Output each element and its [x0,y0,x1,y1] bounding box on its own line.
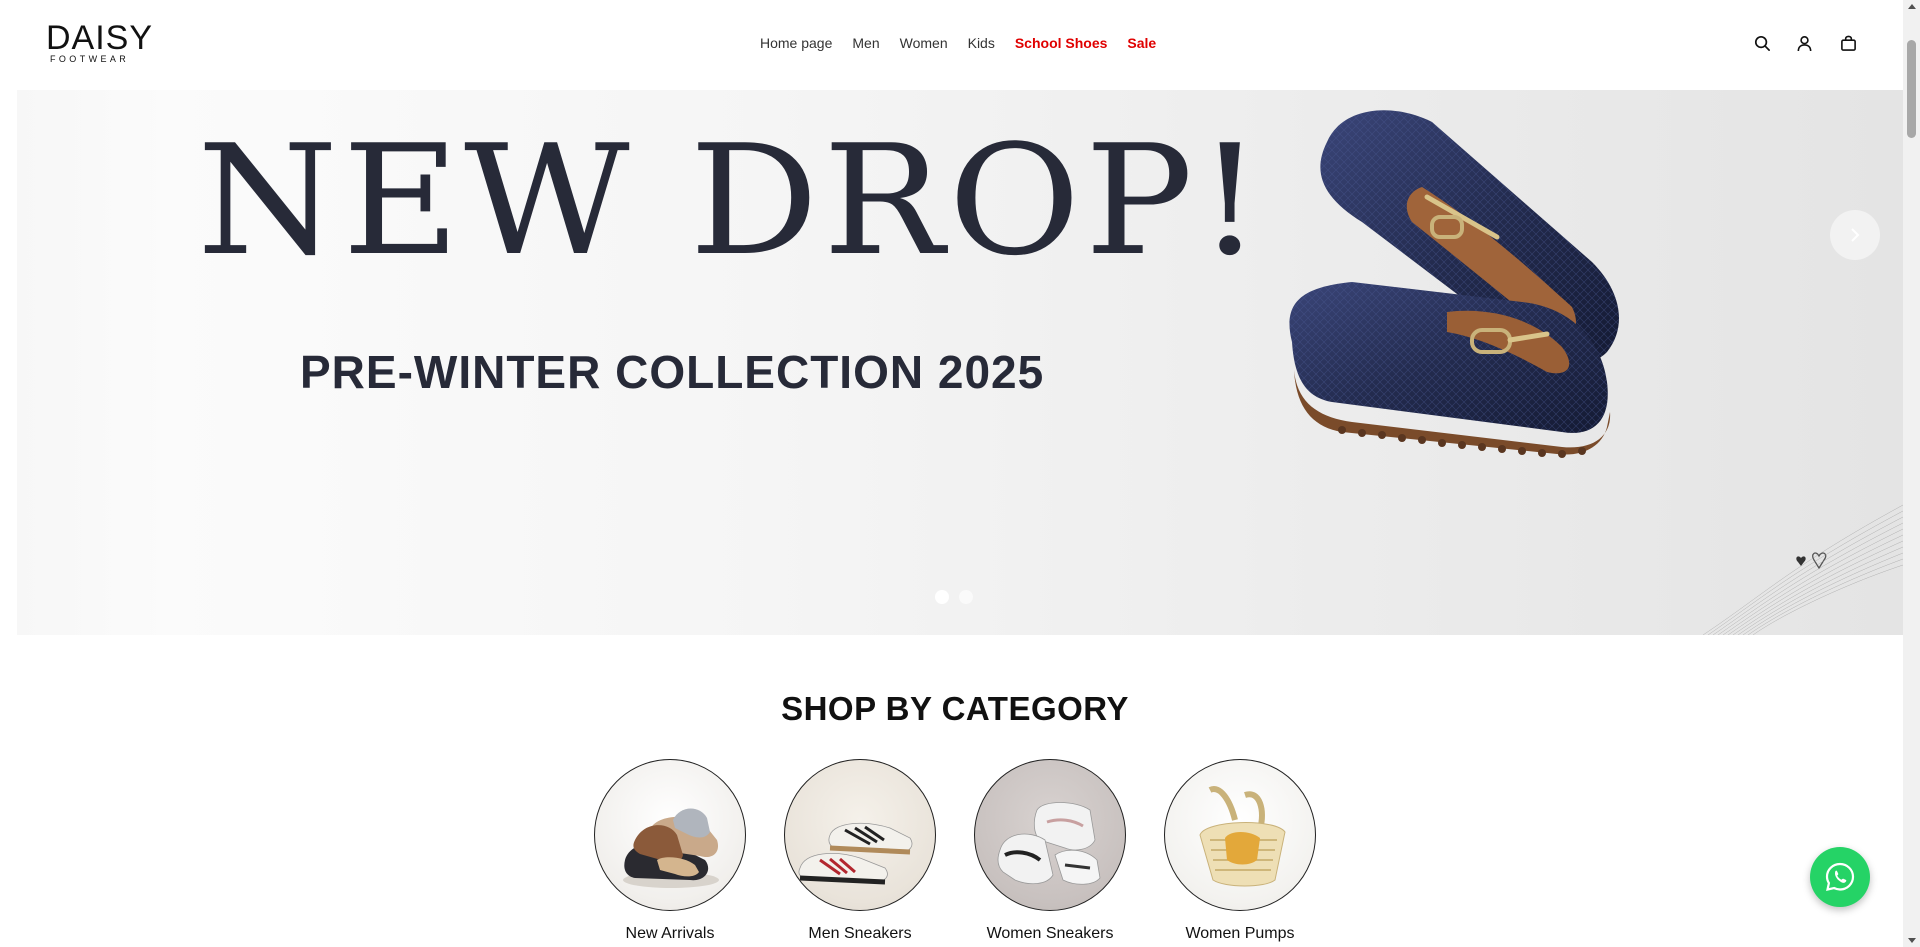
category-label-women-sneakers[interactable]: Women Sneakers [974,925,1126,943]
hero-subheadline: PRE-WINTER COLLECTION 2025 [300,346,1045,398]
category-list: New Arrivals Men Sneakers Women Sneakers… [594,759,1354,943]
main-nav: Home page Men Women Kids School Shoes Sa… [760,32,1176,54]
nav-men[interactable]: Men [852,32,879,54]
whatsapp-button[interactable] [1810,847,1870,907]
category-women-sneakers[interactable]: Women Sneakers [974,759,1126,943]
category-new-arrivals[interactable]: New Arrivals [594,759,746,943]
brand-subtitle: FOOTWEAR [50,54,130,64]
slider-pagination [935,590,973,604]
site-header: DAISY FOOTWEAR Home page Men Women Kids … [0,0,1903,90]
nav-school-shoes[interactable]: School Shoes [1015,32,1108,54]
nav-sale[interactable]: Sale [1127,32,1156,54]
category-women-pumps[interactable]: Women Pumps [1164,759,1316,943]
slider-dot-1[interactable] [935,590,949,604]
category-label-men-sneakers[interactable]: Men Sneakers [784,925,936,943]
nav-women[interactable]: Women [900,32,948,54]
category-section-title: SHOP BY CATEGORY [781,690,1129,727]
scroll-thumb[interactable] [1907,40,1916,138]
decorative-wave-lines [1703,504,1903,635]
category-label-women-pumps[interactable]: Women Pumps [1164,925,1316,943]
whatsapp-icon [1825,862,1855,891]
brand-logo[interactable]: DAISY FOOTWEAR [46,19,154,68]
nav-kids[interactable]: Kids [968,32,995,54]
hero-loafer-image [1289,110,1619,458]
category-image-new-arrivals[interactable] [594,759,746,911]
scroll-down-arrow-icon[interactable] [1908,938,1916,943]
scroll-up-arrow-icon[interactable] [1908,4,1916,9]
nav-home[interactable]: Home page [760,32,832,54]
slider-dot-2[interactable] [959,590,973,604]
category-image-women-pumps[interactable] [1164,759,1316,911]
cart-icon[interactable] [1836,31,1860,55]
header-actions [1750,31,1860,55]
hero-headline: NEW DROP! [197,112,1267,289]
slider-next-button[interactable] [1830,210,1880,260]
category-label-new-arrivals[interactable]: New Arrivals [594,925,746,943]
brand-name: DAISY [46,19,154,57]
account-icon[interactable] [1792,31,1816,55]
hero-banner[interactable]: NEW DROP! PRE-WINTER COLLECTION 2025 [17,90,1903,635]
category-image-men-sneakers[interactable] [784,759,936,911]
page-scrollbar[interactable] [1903,0,1920,947]
search-icon[interactable] [1750,31,1774,55]
category-image-women-sneakers[interactable] [974,759,1126,911]
category-men-sneakers[interactable]: Men Sneakers [784,759,936,943]
